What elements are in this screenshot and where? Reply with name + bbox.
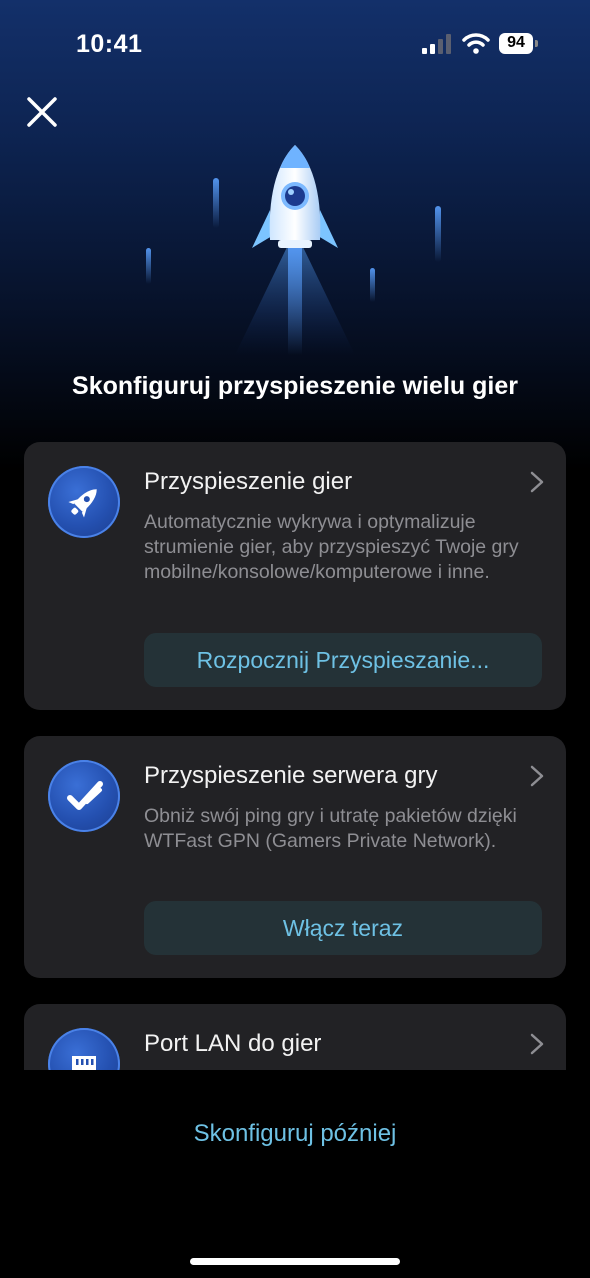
chevron-right-icon[interactable] [529,764,545,788]
home-indicator[interactable] [190,1258,400,1265]
card-description: Automatycznie wykrywa i optymalizuje str… [144,511,519,583]
rocket-illustration [146,145,441,355]
rocket-icon [48,466,120,538]
cellular-signal-icon [422,34,451,54]
wifi-icon [462,33,490,54]
speed-check-icon [48,760,120,832]
card-game-server-acceleration[interactable]: Przyspieszenie serwera gry Obniż swój pi… [24,736,566,978]
battery-percentage: 94 [507,34,525,51]
close-icon[interactable] [22,92,62,132]
battery-indicator: 94 [499,33,539,54]
options-list[interactable]: Przyspieszenie gier Automatycznie wykryw… [0,440,590,1070]
card-title: Przyspieszenie gier [144,468,353,495]
card-title: Port LAN do gier [144,1030,322,1057]
status-time: 10:41 [76,30,143,58]
card-description: Obniż swój ping gry i utratę pakietów dz… [144,805,517,852]
card-gaming-lan-port[interactable]: Port LAN do gier [24,1004,566,1070]
card-title: Przyspieszenie serwera gry [144,762,438,789]
enable-now-button[interactable]: Włącz teraz [144,901,542,955]
status-bar: 10:41 94 [0,0,590,88]
card-game-acceleration[interactable]: Przyspieszenie gier Automatycznie wykryw… [24,442,566,710]
ethernet-port-icon [48,1028,120,1070]
start-acceleration-button[interactable]: Rozpocznij Przyspieszanie... [144,633,542,687]
configure-later-link[interactable]: Skonfiguruj później [0,1120,590,1148]
chevron-right-icon[interactable] [529,1032,545,1056]
page-title: Skonfiguruj przyspieszenie wielu gier [72,372,518,400]
chevron-right-icon[interactable] [529,470,545,494]
